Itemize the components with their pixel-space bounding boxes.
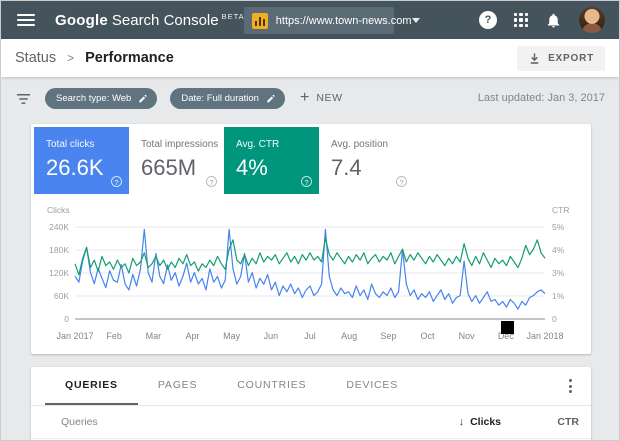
- table-header-row: Queries ↓ Clicks CTR: [31, 406, 591, 439]
- column-header-clicks[interactable]: ↓ Clicks: [459, 416, 501, 428]
- property-icon: [252, 12, 268, 29]
- download-icon: [530, 52, 539, 64]
- metric-help-icon[interactable]: ?: [206, 176, 217, 187]
- plus-icon: +: [299, 89, 310, 106]
- x-axis-label: Nov: [459, 331, 476, 341]
- clicks-line: [74, 228, 546, 310]
- right-axis-tick: 3%: [552, 268, 565, 278]
- metric-card-total-impressions[interactable]: Total impressions 665M ?: [129, 127, 224, 194]
- filter-row: Search type: Web Date: Full duration + N…: [15, 86, 605, 110]
- tab-queries[interactable]: QUERIES: [45, 367, 138, 405]
- left-axis-tick: 180K: [49, 245, 69, 255]
- metric-label: Avg. CTR: [236, 139, 280, 150]
- help-icon[interactable]: ?: [479, 11, 497, 29]
- right-axis-tick: 0: [552, 314, 557, 324]
- metric-label: Total impressions: [141, 139, 219, 150]
- dropdown-caret-icon: [411, 18, 420, 27]
- right-axis-tick: 4%: [552, 245, 565, 255]
- apps-grid-icon[interactable]: [514, 13, 528, 27]
- page-title: Performance: [85, 50, 174, 66]
- dimensions-table-card: QUERIES PAGES COUNTRIES DEVICES Queries …: [31, 367, 591, 440]
- x-axis-label: May: [223, 331, 241, 341]
- x-axis-label: Mar: [146, 331, 162, 341]
- x-axis-label: Feb: [106, 331, 122, 341]
- tab-pages[interactable]: PAGES: [138, 367, 217, 405]
- chip-label: Date: Full duration: [181, 92, 259, 104]
- more-options-icon[interactable]: [566, 376, 575, 396]
- top-app-bar: Google Search Console BETA https://www.tow…: [1, 1, 619, 39]
- filter-chip-date[interactable]: Date: Full duration: [170, 87, 285, 109]
- beta-badge: BETA: [221, 11, 245, 21]
- filter-icon[interactable]: [15, 91, 32, 106]
- mouse-cursor: [501, 321, 514, 334]
- right-axis-label: CTR: [552, 205, 569, 215]
- tab-devices[interactable]: DEVICES: [326, 367, 418, 405]
- breadcrumb-status[interactable]: Status: [15, 50, 56, 66]
- user-avatar[interactable]: [579, 7, 605, 33]
- search-console-screen: Google Search Console BETA https://www.tow…: [0, 0, 620, 441]
- sort-descending-icon: ↓: [458, 416, 465, 428]
- x-axis-label: Sep: [380, 331, 396, 341]
- performance-summary-card: Total clicks 26.6K ? Total impressions 6…: [31, 124, 591, 354]
- x-axis-label: Jan 2018: [526, 331, 563, 341]
- right-axis-tick: 5%: [552, 222, 565, 232]
- x-axis-label: Oct: [420, 331, 435, 341]
- left-axis-tick: 120K: [49, 268, 69, 278]
- x-axis-label: Apr: [185, 331, 199, 341]
- metric-help-icon[interactable]: ?: [111, 176, 122, 187]
- edit-pencil-icon: [267, 94, 275, 103]
- metric-label: Total clicks: [46, 139, 95, 150]
- metric-help-icon[interactable]: ?: [301, 176, 312, 187]
- property-selector[interactable]: https://www.town-news.com: [244, 7, 420, 34]
- metric-label: Avg. position: [331, 139, 389, 150]
- column-header-queries[interactable]: Queries: [61, 416, 98, 428]
- breadcrumb-bar: Status > Performance EXPORT: [1, 39, 619, 77]
- app-logo[interactable]: Google Search Console BETA: [55, 12, 245, 29]
- right-axis-tick: 1%: [552, 291, 565, 301]
- topbar-actions: ?: [479, 7, 607, 33]
- left-axis-label: Clicks: [47, 205, 70, 215]
- left-axis-tick: 240K: [49, 222, 69, 232]
- export-label: EXPORT: [548, 52, 594, 64]
- x-axis-label: Jul: [304, 331, 316, 341]
- breadcrumb-separator-icon: >: [67, 51, 75, 65]
- new-filter-button[interactable]: + NEW: [300, 90, 343, 106]
- column-header-ctr[interactable]: CTR: [501, 416, 579, 428]
- x-axis-label: Aug: [341, 331, 357, 341]
- left-axis-tick: 0: [64, 314, 69, 324]
- x-axis-label: Jun: [264, 331, 279, 341]
- metric-card-avg-position[interactable]: Avg. position 7.4 ?: [319, 127, 414, 194]
- brand-name: Google: [55, 11, 108, 29]
- tab-countries[interactable]: COUNTRIES: [217, 367, 326, 405]
- edit-pencil-icon: [139, 94, 147, 103]
- product-name: Search Console: [111, 11, 219, 29]
- filter-chip-search-type[interactable]: Search type: Web: [45, 87, 158, 109]
- x-axis-label: Jan 2017: [56, 331, 93, 341]
- metric-card-avg-ctr[interactable]: Avg. CTR 4% ?: [224, 127, 319, 194]
- chip-label: Search type: Web: [56, 92, 132, 104]
- new-label: NEW: [316, 92, 343, 104]
- dimension-tabs: QUERIES PAGES COUNTRIES DEVICES: [31, 367, 591, 406]
- metric-help-icon[interactable]: ?: [396, 176, 407, 187]
- export-button[interactable]: EXPORT: [517, 45, 605, 71]
- metric-card-total-clicks[interactable]: Total clicks 26.6K ?: [34, 127, 129, 194]
- property-url: https://www.town-news.com: [275, 14, 412, 27]
- menu-icon[interactable]: [17, 14, 35, 26]
- last-updated-text: Last updated: Jan 3, 2017: [477, 92, 605, 104]
- left-axis-tick: 60K: [54, 291, 69, 301]
- notifications-bell-icon[interactable]: [545, 12, 562, 29]
- metric-cards: Total clicks 26.6K ? Total impressions 6…: [31, 124, 591, 194]
